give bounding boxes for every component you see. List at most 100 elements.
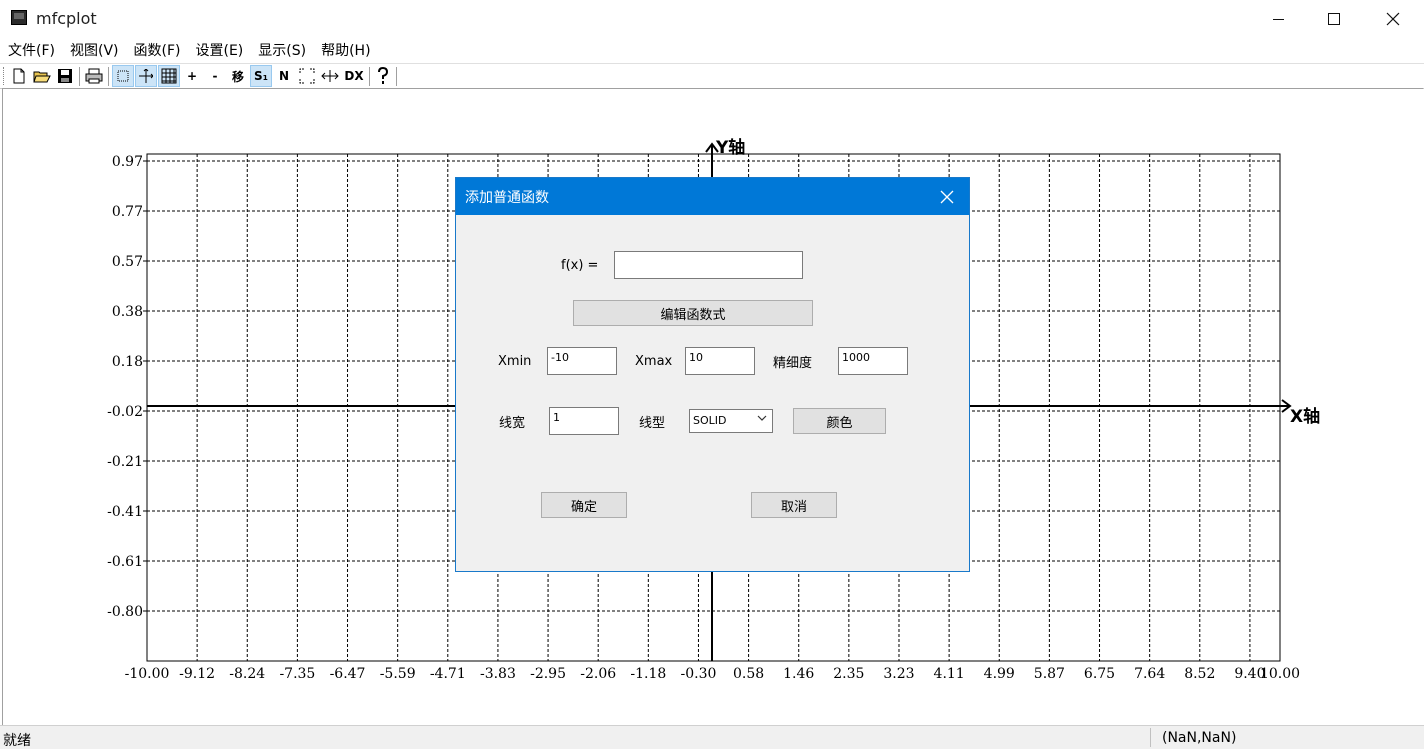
- x-tick-label: -10.00: [125, 666, 170, 682]
- menu-settings[interactable]: 设置(E): [187, 40, 250, 60]
- x-tick-label: 5.87: [1034, 666, 1065, 682]
- toolbar: + - 移 S₁ N DX: [0, 63, 1424, 89]
- dx-button[interactable]: DX: [342, 65, 366, 87]
- x-tick-label: 4.11: [934, 666, 965, 682]
- cancel-button[interactable]: 取消: [751, 492, 837, 518]
- x-tick-label: -3.83: [480, 666, 516, 682]
- menu-file[interactable]: 文件(F): [0, 40, 62, 60]
- linetype-select[interactable]: SOLID: [689, 409, 773, 433]
- fx-input[interactable]: [614, 251, 803, 279]
- x-tick-label: 3.23: [883, 666, 914, 682]
- xmin-input[interactable]: -10: [547, 347, 617, 375]
- x-tick-label: -1.18: [630, 666, 666, 682]
- grid-button[interactable]: [158, 65, 180, 87]
- close-icon: [1386, 12, 1400, 26]
- x-tick-label: 4.99: [984, 666, 1015, 682]
- new-file-button[interactable]: [8, 65, 30, 87]
- save-icon: [58, 69, 72, 83]
- crosshair-icon: [139, 69, 153, 83]
- edit-function-button[interactable]: 编辑函数式: [573, 300, 813, 326]
- x-tick-label: -5.59: [380, 666, 416, 682]
- menu-bar: 文件(F) 视图(V) 函数(F) 设置(E) 显示(S) 帮助(H): [0, 38, 1424, 62]
- toolbar-separator: [369, 67, 370, 86]
- fit-button[interactable]: [319, 65, 341, 87]
- normal-button[interactable]: N: [273, 65, 295, 87]
- expand-button[interactable]: [296, 65, 318, 87]
- x-tick-label: 1.46: [783, 666, 814, 682]
- status-separator: [1150, 728, 1151, 747]
- toolbar-separator: [108, 67, 109, 86]
- folder-open-icon: [33, 71, 51, 83]
- open-file-button[interactable]: [31, 65, 53, 87]
- dialog-close-button[interactable]: [925, 178, 969, 215]
- ok-button[interactable]: 确定: [541, 492, 627, 518]
- status-coordinates: (NaN,NaN): [1162, 730, 1237, 746]
- print-button[interactable]: [83, 65, 105, 87]
- select-mode-button[interactable]: [112, 65, 134, 87]
- dotted-box-icon: [117, 70, 129, 82]
- x-tick-label: -8.24: [229, 666, 265, 682]
- x-tick-label: -7.35: [279, 666, 315, 682]
- x-tick-label: -2.06: [580, 666, 616, 682]
- new-file-icon: [13, 68, 25, 84]
- y-tick-label: -0.41: [107, 504, 143, 520]
- linetype-label: 线型: [639, 416, 666, 431]
- dialog-title-bar: 添加普通函数: [456, 178, 969, 215]
- precision-input[interactable]: 1000: [838, 347, 908, 375]
- expand-icon: [299, 68, 315, 84]
- linetype-selected: SOLID: [693, 414, 727, 427]
- close-icon: [940, 190, 954, 203]
- x-tick-label: 6.75: [1084, 666, 1115, 682]
- add-function-dialog: 添加普通函数 f(x) = 编辑函数式 Xmin -10 Xmax 10 精细度…: [455, 177, 970, 572]
- precision-label: 精细度: [773, 356, 813, 371]
- menu-help[interactable]: 帮助(H): [313, 40, 377, 60]
- x-tick-label: 10.00: [1260, 666, 1300, 682]
- toolbar-separator: [396, 67, 397, 86]
- minimize-button[interactable]: [1249, 0, 1307, 38]
- y-tick-label: 0.18: [112, 354, 143, 370]
- zoom-out-button[interactable]: -: [204, 65, 226, 87]
- linewidth-input[interactable]: 1: [549, 407, 619, 435]
- menu-display[interactable]: 显示(S): [250, 40, 313, 60]
- xmax-input[interactable]: 10: [685, 347, 755, 375]
- x-tick-label: -6.47: [330, 666, 366, 682]
- menu-function[interactable]: 函数(F): [126, 40, 188, 60]
- close-button[interactable]: [1364, 0, 1422, 38]
- toolbar-separator: [79, 67, 80, 86]
- window-title: mfcplot: [36, 9, 97, 28]
- y-tick-label: -0.21: [107, 454, 143, 470]
- y-tick-label: 0.57: [112, 254, 143, 270]
- y-tick-label: -0.61: [107, 554, 143, 570]
- printer-icon: [85, 68, 103, 84]
- y-axis-title: Y轴: [715, 137, 745, 158]
- help-button[interactable]: [372, 65, 394, 87]
- y-tick-label: 0.38: [112, 304, 143, 320]
- color-button[interactable]: 颜色: [793, 408, 886, 434]
- fx-label: f(x) =: [561, 258, 599, 273]
- x-tick-label: -2.95: [530, 666, 566, 682]
- minimize-icon: [1272, 18, 1284, 20]
- maximize-icon: [1328, 13, 1340, 25]
- move-button[interactable]: 移: [227, 65, 249, 87]
- xmax-label: Xmax: [635, 354, 673, 369]
- menu-view[interactable]: 视图(V): [62, 40, 126, 60]
- help-question-icon: [378, 67, 389, 84]
- x-tick-label: 7.64: [1134, 666, 1165, 682]
- maximize-button[interactable]: [1305, 0, 1363, 38]
- axis-mode-button[interactable]: [135, 65, 157, 87]
- single-button[interactable]: S₁: [250, 65, 272, 87]
- title-bar: mfcplot: [0, 0, 1424, 38]
- xmin-label: Xmin: [498, 354, 532, 369]
- y-tick-label: -0.80: [107, 604, 143, 620]
- x-tick-label: 8.52: [1184, 666, 1215, 682]
- chevron-down-icon: [757, 414, 767, 425]
- status-bar: 就绪 (NaN,NaN): [0, 725, 1424, 749]
- toolbar-grip[interactable]: [3, 67, 6, 85]
- x-tick-label: -0.30: [681, 666, 717, 682]
- status-text: 就绪: [3, 733, 31, 749]
- y-tick-label: -0.02: [107, 404, 143, 420]
- x-tick-label: -9.12: [179, 666, 215, 682]
- save-button[interactable]: [54, 65, 76, 87]
- zoom-in-button[interactable]: +: [181, 65, 203, 87]
- app-icon: [11, 10, 27, 25]
